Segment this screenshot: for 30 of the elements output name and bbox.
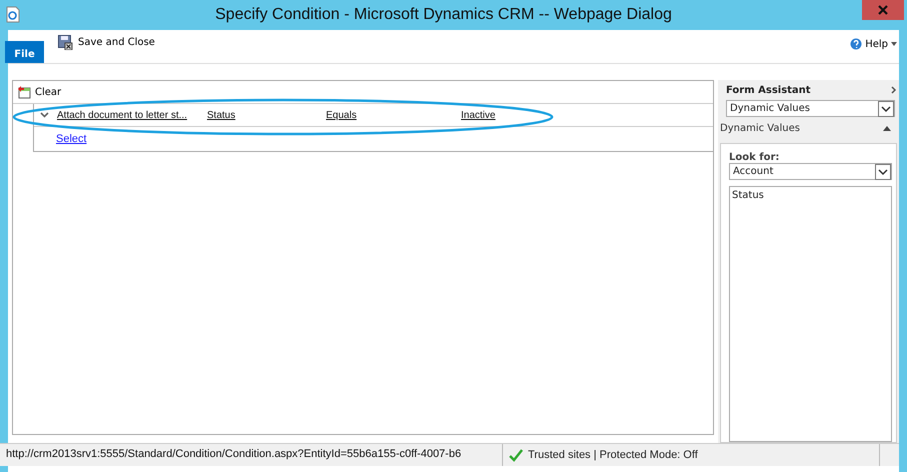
close-icon bbox=[878, 4, 888, 14]
panel-title: Form Assistant bbox=[726, 84, 811, 96]
look-for-label: Look for: bbox=[729, 152, 780, 163]
dropdown-caret-icon[interactable] bbox=[878, 100, 894, 116]
dropdown-caret-icon[interactable] bbox=[875, 164, 891, 180]
field-link[interactable]: Attach document to letter st... bbox=[57, 110, 188, 120]
value-item[interactable]: Status bbox=[732, 190, 889, 201]
chevron-right-icon[interactable] bbox=[891, 86, 897, 94]
status-url: http://crm2013srv1:5555/Standard/Condition/Condition.aspx?EntityId=55b6a155-c0ff-4007-b6 bbox=[0, 444, 503, 466]
collapse-icon[interactable] bbox=[883, 126, 891, 130]
value-link[interactable]: Inactive bbox=[461, 110, 496, 120]
select-link[interactable]: Select bbox=[56, 133, 87, 145]
chevron-down-icon[interactable] bbox=[40, 112, 49, 118]
caret-icon bbox=[891, 42, 897, 46]
section-title: Dynamic Values bbox=[720, 122, 800, 134]
clear-button[interactable]: Clear bbox=[17, 85, 62, 99]
window-title: Specify Condition - Microsoft Dynamics CRM -- Webpage Dialog bbox=[214, 6, 673, 24]
clear-form-icon bbox=[17, 85, 31, 99]
operator-link[interactable]: Equals bbox=[326, 110, 357, 120]
help-icon bbox=[850, 38, 862, 50]
security-zone: Trusted sites | Protected Mode: Off bbox=[528, 449, 698, 461]
checkmark-icon bbox=[509, 448, 523, 462]
mode-dropdown[interactable]: Dynamic Values bbox=[726, 100, 895, 117]
entity-dropdown[interactable]: Account bbox=[729, 163, 892, 180]
close-button[interactable] bbox=[862, 0, 904, 20]
help-button[interactable]: Help bbox=[848, 38, 899, 50]
browser-page-icon bbox=[6, 6, 20, 23]
file-tab[interactable]: File bbox=[5, 41, 44, 63]
save-close-button[interactable]: Save and Close bbox=[56, 35, 157, 50]
attribute-link[interactable]: Status bbox=[207, 110, 236, 120]
